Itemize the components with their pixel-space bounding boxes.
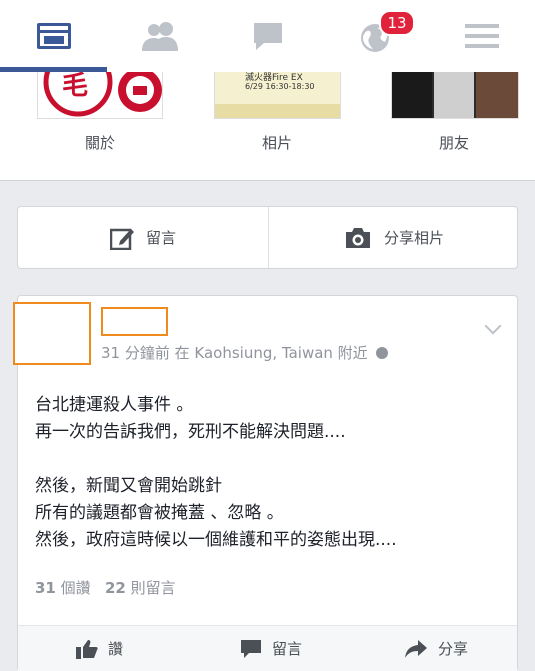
message-icon bbox=[253, 23, 282, 50]
comment-icon bbox=[241, 639, 261, 658]
friends-thumbnail[interactable] bbox=[391, 72, 519, 119]
friends-thumb-panel-1 bbox=[392, 72, 432, 118]
photos-thumbnail[interactable]: 滅火器Fire EX 6/29 16:30-18:30 bbox=[214, 72, 341, 119]
post-line: 再一次的告訴我們，死刑不能解決問題.... bbox=[35, 422, 346, 442]
post-body: 台北捷運殺人事件 。再一次的告訴我們，死刑不能解決問題.... 然後，新聞又會開始… bbox=[35, 392, 397, 554]
composer: 留言 分享相片 bbox=[17, 206, 518, 269]
news-feed-icon bbox=[36, 23, 71, 49]
comments-label[interactable]: 則留言 bbox=[131, 579, 176, 597]
nav-notifications[interactable]: 13 bbox=[321, 0, 428, 72]
write-post-button[interactable]: 留言 bbox=[18, 207, 268, 268]
avatar[interactable] bbox=[13, 302, 91, 365]
share-photo-label: 分享相片 bbox=[383, 229, 444, 247]
share-photo-button[interactable]: 分享相片 bbox=[269, 207, 519, 268]
comments-count[interactable]: 22 bbox=[105, 579, 126, 597]
about-thumbnail[interactable]: 毛 bbox=[37, 72, 163, 119]
comment-label: 留言 bbox=[272, 640, 303, 658]
post-stats: 31 個讚 22 則留言 bbox=[35, 577, 176, 598]
photos-thumb-date: 6/29 16:30-18:30 bbox=[245, 82, 315, 91]
post-location[interactable]: 在 Kaohsiung, Taiwan 附近 bbox=[175, 344, 368, 362]
svg-text:毛: 毛 bbox=[62, 72, 88, 101]
photos-label[interactable]: 相片 bbox=[215, 132, 339, 153]
comment-button[interactable]: 留言 bbox=[240, 626, 302, 671]
photos-thumb-band bbox=[215, 104, 340, 118]
like-button[interactable]: 讚 bbox=[76, 626, 123, 671]
nav-friend-requests[interactable] bbox=[107, 0, 214, 72]
share-label: 分享 bbox=[438, 640, 469, 658]
logo-seal-icon: 毛 bbox=[43, 72, 162, 117]
write-post-label: 留言 bbox=[145, 229, 176, 247]
post-actions-bar: 讚 留言 分享 bbox=[18, 625, 517, 671]
friends-thumb-panel-3 bbox=[476, 72, 518, 118]
friends-icon bbox=[141, 22, 178, 51]
share-button[interactable]: 分享 bbox=[404, 626, 468, 671]
nav-more-menu[interactable] bbox=[428, 0, 535, 72]
post-card: 31 分鐘前 在 Kaohsiung, Taiwan 附近 台北捷運殺人事件 。… bbox=[13, 295, 518, 671]
likes-label[interactable]: 個讚 bbox=[61, 579, 91, 597]
author-name[interactable] bbox=[101, 307, 168, 336]
profile-strip: 毛 滅火器Fire EX 6/29 16:30-18:30 關於 相片 朋友 bbox=[0, 72, 535, 181]
nav-news-feed[interactable] bbox=[0, 0, 107, 72]
about-label[interactable]: 關於 bbox=[38, 132, 162, 153]
post-meta: 31 分鐘前 在 Kaohsiung, Taiwan 附近 bbox=[101, 342, 389, 363]
post-line: 然後，政府這時候以一個維護和平的姿態出現.... bbox=[35, 530, 397, 550]
hamburger-menu-icon bbox=[464, 24, 499, 48]
like-label: 讚 bbox=[108, 640, 124, 658]
friends-thumb-panel-2 bbox=[434, 72, 474, 118]
post-line bbox=[35, 446, 397, 473]
friends-label[interactable]: 朋友 bbox=[392, 132, 516, 153]
public-globe-icon bbox=[376, 347, 389, 359]
share-arrow-icon bbox=[405, 639, 427, 658]
notification-badge: 13 bbox=[379, 10, 415, 36]
post-time[interactable]: 31 分鐘前 bbox=[101, 344, 170, 362]
likes-count[interactable]: 31 bbox=[35, 579, 56, 597]
post-line: 台北捷運殺人事件 。 bbox=[35, 395, 194, 415]
thumbs-up-icon bbox=[76, 639, 98, 659]
post-line: 所有的議題都會被掩蓋 、忽略 。 bbox=[35, 503, 284, 523]
camera-icon bbox=[345, 227, 370, 248]
edit-icon bbox=[109, 228, 134, 250]
post-line: 然後，新聞又會開始跳針 bbox=[35, 476, 222, 496]
chevron-down-icon[interactable] bbox=[484, 317, 502, 335]
nav-messages[interactable] bbox=[214, 0, 321, 72]
top-nav-bar: 13 bbox=[0, 0, 535, 73]
